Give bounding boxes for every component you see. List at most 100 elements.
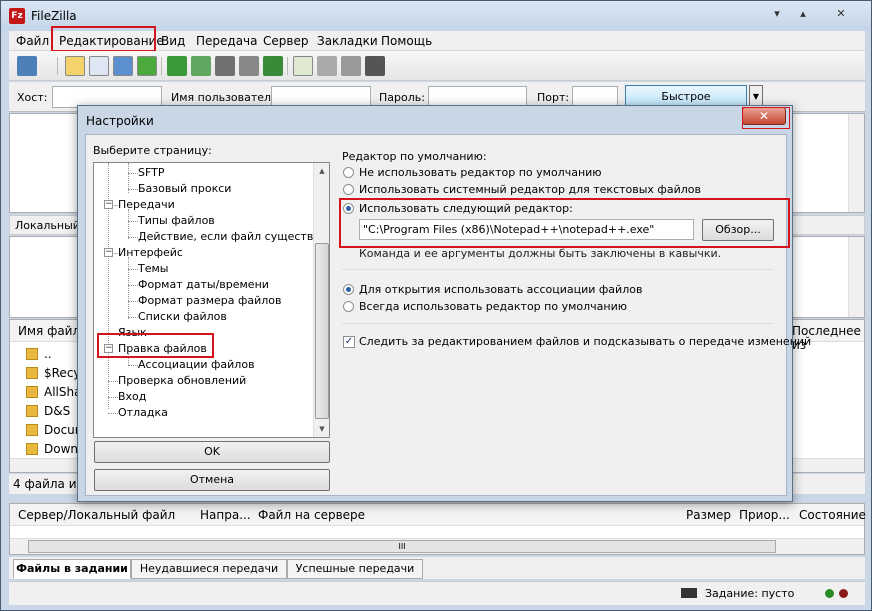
minimize-button[interactable]: ▾: [767, 5, 787, 23]
folder-icon: [26, 424, 38, 436]
remote-tree-icon[interactable]: [113, 56, 133, 76]
filezilla-logo-icon: Fz: [9, 8, 25, 24]
port-label: Порт:: [537, 91, 570, 104]
tree-item-sftp[interactable]: SFTP: [138, 166, 164, 179]
queue-hscrollbar[interactable]: III: [10, 538, 864, 554]
menu-view[interactable]: Вид: [161, 34, 185, 48]
tree-item-file-associations[interactable]: Ассоциации файлов: [138, 358, 255, 371]
column-priority[interactable]: Приор...: [739, 508, 790, 522]
column-direction[interactable]: Напра...: [200, 508, 251, 522]
radio-system-editor[interactable]: [343, 184, 354, 195]
tree-expander-interface[interactable]: −: [104, 248, 113, 257]
queue-icon: [681, 588, 697, 598]
tree-line: [128, 285, 138, 286]
tree-scrollbar[interactable]: ▲ ▼: [313, 163, 329, 437]
toolbar-separator: [287, 57, 288, 75]
queue-header: Сервер/Локальный файл Напра... Файл на с…: [10, 504, 866, 526]
tree-line: [128, 173, 138, 174]
log-scrollbar[interactable]: [848, 114, 864, 212]
compare-icon[interactable]: [341, 56, 361, 76]
tree-item-file-lists[interactable]: Списки файлов: [138, 310, 227, 323]
search-icon[interactable]: [365, 56, 385, 76]
radio-use-associations-label[interactable]: Для открытия использовать ассоциации фай…: [359, 283, 642, 296]
process-queue-icon[interactable]: [191, 56, 211, 76]
menu-transfer[interactable]: Передача: [196, 34, 258, 48]
tree-item-file-exists-action[interactable]: Действие, если файл существует: [138, 230, 329, 243]
tree-line: [128, 317, 138, 318]
column-remote-file[interactable]: Файл на сервере: [258, 508, 365, 522]
tree-item-datetime-format[interactable]: Формат даты/времени: [138, 278, 269, 291]
tree-line: [128, 189, 138, 190]
watch-edits-label[interactable]: Следить за редактированием файлов и подс…: [359, 335, 811, 348]
local-tree-scrollbar[interactable]: [848, 237, 864, 317]
queue-scroll-thumb[interactable]: III: [28, 540, 776, 553]
folder-icon: [26, 443, 38, 455]
transfer-queue-icon[interactable]: [137, 56, 157, 76]
settings-dialog: Настройки ✕ Выберите страницу: SFTP Базо…: [77, 105, 811, 502]
menu-file[interactable]: Файл: [16, 34, 49, 48]
maximize-button[interactable]: ▴: [793, 5, 813, 23]
toolbar-separator: [161, 57, 162, 75]
cancel-button[interactable]: Отмена: [94, 469, 330, 491]
receive-led-icon: [839, 589, 848, 598]
scroll-up-arrow-icon[interactable]: ▲: [314, 163, 329, 179]
queue-status-text: Задание: пусто: [705, 587, 795, 600]
tree-line: [128, 221, 138, 222]
tree-line: [108, 413, 118, 414]
queue-tabs: Файлы в задании Неудавшиеся передачи Усп…: [9, 557, 865, 579]
tree-line: [128, 257, 129, 319]
radio-always-default-editor[interactable]: [343, 301, 354, 312]
tree-line: [128, 209, 129, 239]
tree-item-update-check[interactable]: Проверка обновлений: [118, 374, 246, 387]
menu-help[interactable]: Помощь: [381, 34, 432, 48]
radio-no-default-editor-label[interactable]: Не использовать редактор по умолчанию: [359, 166, 602, 179]
radio-no-default-editor[interactable]: [343, 167, 354, 178]
tree-item-filetypes[interactable]: Типы файлов: [138, 214, 215, 227]
menu-bookmarks[interactable]: Закладки: [317, 34, 378, 48]
ok-button[interactable]: OK: [94, 441, 330, 463]
tree-item-size-format[interactable]: Формат размера файлов: [138, 294, 282, 307]
tree-item-themes[interactable]: Темы: [138, 262, 168, 275]
toolbar: [9, 51, 865, 81]
folder-icon: [26, 367, 38, 379]
close-window-button[interactable]: ✕: [831, 5, 851, 23]
highlight-menu-edit: [51, 26, 156, 52]
radio-use-associations[interactable]: [343, 284, 354, 295]
tree-item-transfers[interactable]: Передачи: [118, 198, 175, 211]
column-status[interactable]: Состояние: [799, 508, 866, 522]
tree-expander-transfers[interactable]: −: [104, 200, 113, 209]
tab-failed-transfers[interactable]: Неудавшиеся передачи: [131, 559, 287, 579]
watch-edits-checkbox[interactable]: ✓: [343, 336, 355, 348]
tab-successful-transfers[interactable]: Успешные передачи: [287, 559, 423, 579]
tree-item-proxy[interactable]: Базовый прокси: [138, 182, 231, 195]
tree-scroll-thumb[interactable]: [315, 243, 329, 419]
dialog-title: Настройки: [86, 114, 154, 128]
tree-line: [128, 269, 138, 270]
tab-queued-files[interactable]: Файлы в задании: [13, 559, 131, 579]
tree-item-debug[interactable]: Отладка: [118, 406, 168, 419]
reconnect-icon[interactable]: [263, 56, 283, 76]
highlight-custom-editor: [339, 198, 790, 248]
column-server-local-file[interactable]: Сервер/Локальный файл: [18, 508, 175, 522]
sync-browse-icon[interactable]: [317, 56, 337, 76]
refresh-icon[interactable]: [167, 56, 187, 76]
tree-line: [108, 397, 118, 398]
file-row[interactable]: ..: [26, 344, 52, 364]
dialog-body: Выберите страницу: SFTP Базовый прокси −…: [85, 134, 811, 496]
radio-always-default-editor-label[interactable]: Всегда использовать редактор по умолчани…: [359, 300, 627, 313]
column-size[interactable]: Размер: [686, 508, 731, 522]
scroll-down-arrow-icon[interactable]: ▼: [314, 421, 329, 437]
menu-server[interactable]: Сервер: [263, 34, 308, 48]
file-row[interactable]: D&S: [26, 401, 70, 421]
message-log-icon[interactable]: [65, 56, 85, 76]
tree-item-login[interactable]: Вход: [118, 390, 146, 403]
filter-icon[interactable]: [293, 56, 313, 76]
site-manager-icon[interactable]: [17, 56, 37, 76]
file-row-name: ..: [44, 347, 52, 361]
tree-line: [128, 365, 138, 366]
radio-system-editor-label[interactable]: Использовать системный редактор для текс…: [359, 183, 701, 196]
directory-tree-icon[interactable]: [89, 56, 109, 76]
window-title: FileZilla: [31, 9, 77, 23]
disconnect-icon[interactable]: [239, 56, 259, 76]
cancel-operation-icon[interactable]: [215, 56, 235, 76]
